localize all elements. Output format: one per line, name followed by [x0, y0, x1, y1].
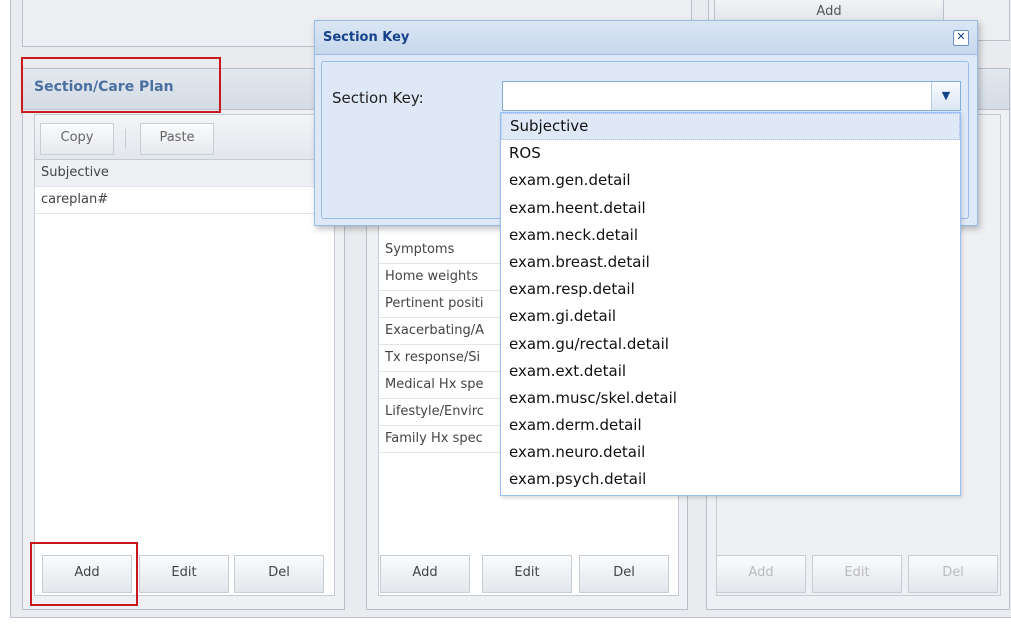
dropdown-option[interactable]: exam.ext.detail [501, 358, 960, 385]
list-toolbar: Copy Paste [35, 115, 334, 160]
dropdown-option[interactable]: exam.resp.detail [501, 276, 960, 303]
del-button[interactable]: Del [234, 555, 324, 593]
section-key-combo[interactable]: ▼ [502, 81, 961, 111]
add-button[interactable]: Add [716, 555, 806, 593]
section-key-dropdown: Subjective ROS exam.gen.detail exam.heen… [500, 112, 961, 496]
panel-header: Section/Care Plan [23, 69, 344, 110]
dropdown-option[interactable]: exam.gi.detail [501, 303, 960, 330]
add-button[interactable]: Add [380, 555, 470, 593]
dropdown-option[interactable]: exam.derm.detail [501, 412, 960, 439]
copy-button[interactable]: Copy [40, 123, 114, 155]
add-button[interactable]: Add [42, 555, 132, 593]
paste-button[interactable]: Paste [140, 123, 214, 155]
dropdown-option[interactable]: exam.heent.detail [501, 195, 960, 222]
dropdown-option[interactable]: exam.neck.detail [501, 222, 960, 249]
panel-button-bar: Add Edit Del [34, 555, 333, 595]
dropdown-option[interactable]: exam.musc/skel.detail [501, 385, 960, 412]
edit-button[interactable]: Edit [812, 555, 902, 593]
dropdown-option[interactable]: exam.gu/rectal.detail [501, 331, 960, 358]
chevron-down-icon[interactable]: ▼ [931, 82, 960, 110]
section-key-label: Section Key: [332, 89, 424, 107]
edit-button[interactable]: Edit [482, 555, 572, 593]
section-care-plan-panel: Section/Care Plan Copy Paste Subjective … [22, 68, 345, 610]
dropdown-option[interactable]: exam.psych.detail [501, 466, 960, 493]
list-item[interactable]: careplan# [35, 187, 334, 214]
del-button[interactable]: Del [579, 555, 669, 593]
dropdown-option[interactable]: exam.gen.detail [501, 167, 960, 194]
dropdown-option[interactable]: ROS [501, 140, 960, 167]
list-item[interactable]: Subjective [35, 160, 334, 187]
dropdown-option[interactable]: Subjective [501, 113, 960, 141]
close-icon[interactable]: ✕ [953, 30, 969, 46]
del-button[interactable]: Del [908, 555, 998, 593]
dropdown-option[interactable]: exam.neuro.detail [501, 439, 960, 466]
panel-button-bar: Add Edit Del [378, 555, 677, 595]
section-list: Copy Paste Subjective careplan# [34, 114, 335, 596]
panel-button-bar: Add Edit Del [716, 555, 1011, 595]
dialog-header: Section Key ✕ [315, 21, 977, 55]
dialog-title: Section Key [323, 30, 410, 45]
edit-button[interactable]: Edit [139, 555, 229, 593]
dropdown-option[interactable]: exam.breast.detail [501, 249, 960, 276]
panel-title: Section/Care Plan [34, 79, 174, 95]
toolbar-separator [125, 129, 126, 149]
